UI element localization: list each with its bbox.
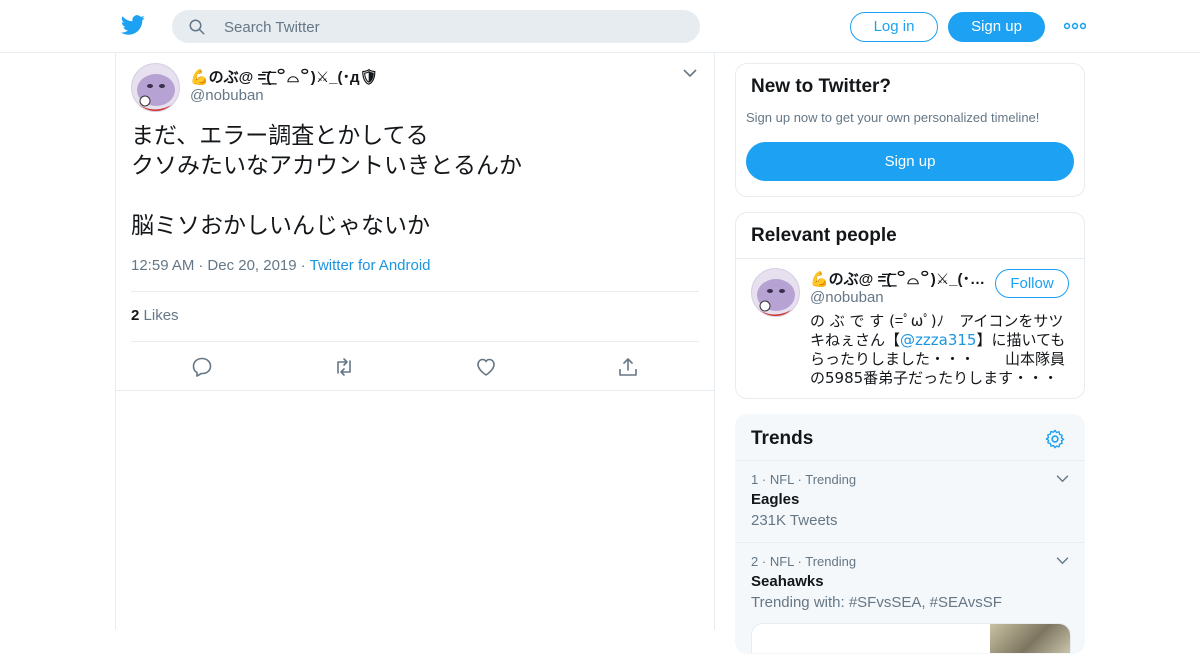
trend-name[interactable]: Eagles <box>751 491 799 508</box>
trends-card: Trends 1 · NFL · Trending Eagles 231K Tw… <box>735 414 1085 654</box>
relevant-people-card: Relevant people 💪のぶ@ =͟͟͞͞( ꒪⌓꒪)⚔_(･д🛡 @… <box>735 212 1085 399</box>
card-title: Relevant people <box>751 225 897 246</box>
tweet-date[interactable]: Dec 20, 2019 <box>207 257 296 274</box>
avatar-image <box>752 269 799 316</box>
bio-mention-link[interactable]: @zzza315 <box>900 331 976 349</box>
trend-tweet-count: 231K Tweets <box>751 512 838 529</box>
person-handle[interactable]: @nobuban <box>810 289 884 306</box>
likes-count[interactable]: 2 Likes <box>131 307 179 324</box>
trend-meta: 1 · NFL · Trending <box>751 472 856 487</box>
likes-number: 2 <box>131 307 140 324</box>
divider <box>131 291 699 292</box>
separator-dot: · <box>797 472 802 487</box>
trend-status: Trending <box>805 472 857 487</box>
tweet: 💪のぶ@ =͟͟͞͞( ꒪⌓꒪)⚔_(･д🛡 @nobuban まだ、エラー調査… <box>116 53 714 391</box>
like-heart-icon[interactable] <box>474 355 498 379</box>
reply-icon[interactable] <box>190 355 214 379</box>
avatar[interactable] <box>131 63 180 112</box>
tweet-column: 💪のぶ@ =͟͟͞͞( ꒪⌓꒪)⚔_(･д🛡 @nobuban まだ、エラー調査… <box>115 53 715 630</box>
user-handle[interactable]: @nobuban <box>190 87 264 104</box>
trend-category: NFL <box>769 472 794 487</box>
card-title: Trends <box>751 428 814 449</box>
search-box[interactable] <box>172 10 700 45</box>
trend-item[interactable]: 1 · NFL · Trending Eagles 231K Tweets <box>736 460 1084 542</box>
card-title: New to Twitter? <box>751 76 892 97</box>
retweet-icon[interactable] <box>332 355 356 379</box>
tweet-source-link[interactable]: Twitter for Android <box>310 257 431 274</box>
chevron-down-icon[interactable] <box>1056 474 1069 483</box>
divider <box>736 258 1084 259</box>
trend-thumbnail-image <box>990 624 1070 653</box>
chevron-down-icon[interactable] <box>1056 556 1069 565</box>
separator-dot: · <box>198 257 204 274</box>
trend-name[interactable]: Seahawks <box>751 573 824 590</box>
trend-rank: 2 <box>751 554 759 569</box>
trend-meta: 2 · NFL · Trending <box>751 554 856 569</box>
trend-item[interactable]: 2 · NFL · Trending Seahawks Trending wit… <box>736 542 1084 624</box>
tweet-timestamp: 12:59 AM · Dec 20, 2019 · Twitter for Androi… <box>131 257 431 274</box>
trend-category: NFL <box>769 554 794 569</box>
chevron-down-icon[interactable] <box>683 68 697 78</box>
follow-button[interactable]: Follow <box>995 269 1069 298</box>
person-bio: の ぶ で す (=ﾟωﾟ)ﾉ アイコンをサツキねぇさん【@zzza315】に描… <box>810 312 1070 388</box>
person-display-name[interactable]: 💪のぶ@ =͟͟͞͞( ꒪⌓꒪)⚔_(･д🛡 <box>810 268 986 289</box>
divider <box>131 341 699 342</box>
separator-dot: · <box>761 554 767 569</box>
trend-rank: 1 <box>751 472 759 487</box>
share-icon[interactable] <box>616 355 640 379</box>
tweet-text: まだ、エラー調査とかしてる クソみたいなアカウントいきとるんか 脳ミソおかしいん… <box>131 123 522 239</box>
search-icon <box>189 19 205 35</box>
trend-media-card[interactable] <box>751 623 1071 653</box>
search-input[interactable] <box>222 10 686 45</box>
likes-label: Likes <box>143 307 179 324</box>
avatar[interactable] <box>751 268 800 317</box>
separator-dot: · <box>761 472 767 487</box>
avatar-image <box>132 64 179 111</box>
display-name[interactable]: 💪のぶ@ =͟͟͞͞( ꒪⌓꒪)⚔_(･д🛡 <box>190 66 379 87</box>
trend-related-hashtags: Trending with: #SFvsSEA, #SEAvsSF <box>751 594 1002 611</box>
gear-icon[interactable] <box>1044 428 1066 450</box>
signup-button[interactable]: Sign up <box>746 142 1074 181</box>
separator-dot: · <box>797 554 802 569</box>
login-button[interactable]: Log in <box>850 12 938 42</box>
top-navigation-bar: Log in Sign up <box>0 0 1200 53</box>
trend-status: Trending <box>805 554 857 569</box>
signup-button[interactable]: Sign up <box>948 12 1045 42</box>
separator-dot: · <box>300 257 306 274</box>
new-to-twitter-card: New to Twitter? Sign up now to get your … <box>735 63 1085 197</box>
tweet-time[interactable]: 12:59 AM <box>131 257 194 274</box>
card-subtitle: Sign up now to get your own personalized… <box>746 110 1040 125</box>
more-options-icon[interactable] <box>1064 20 1086 32</box>
twitter-bird-icon[interactable] <box>120 13 146 37</box>
